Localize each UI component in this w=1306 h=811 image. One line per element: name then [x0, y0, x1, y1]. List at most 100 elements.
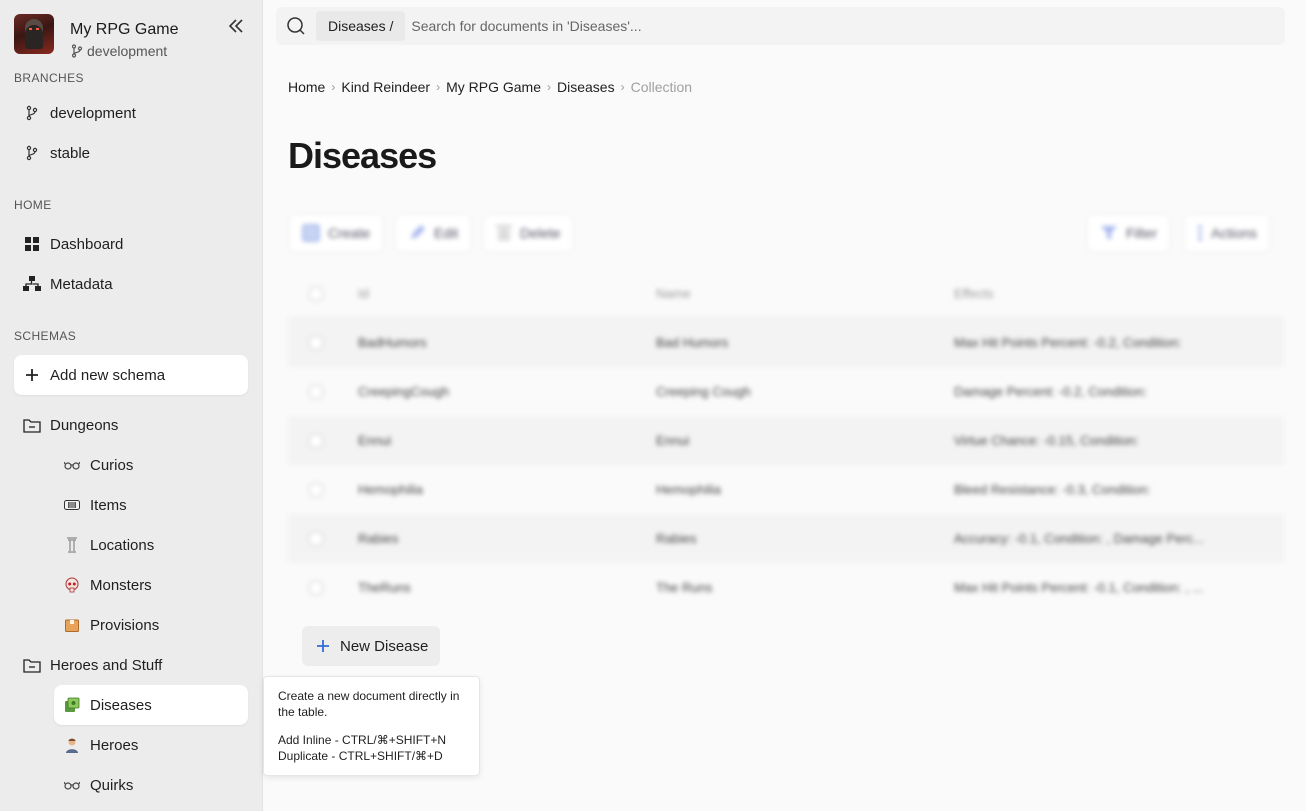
sidebar-group-label: Dungeons: [50, 416, 119, 434]
folder-icon: [23, 658, 41, 673]
row-checkbox[interactable]: [309, 482, 323, 497]
sidebar-item-quirks[interactable]: Quirks: [54, 765, 248, 805]
chevron-right-icon: ›: [547, 80, 551, 94]
new-disease-button[interactable]: New Disease: [302, 626, 440, 666]
sidebar-item-branch-stable[interactable]: stable: [14, 133, 248, 173]
edit-label: Edit: [434, 225, 459, 241]
cell-id: Rabies: [358, 531, 399, 546]
pencil-icon: [411, 225, 425, 239]
cell-effects: Max Hit Points Percent: -0.1, Condition:…: [954, 580, 1204, 595]
new-disease-tooltip: Create a new document directly in the ta…: [263, 676, 480, 776]
filter-label: Filter: [1126, 225, 1158, 241]
sidebar-item-monsters[interactable]: Monsters: [54, 565, 248, 605]
search-input[interactable]: [411, 18, 1112, 34]
new-disease-label: New Disease: [340, 637, 429, 655]
tooltip-description: Create a new document directly in the ta…: [278, 689, 460, 719]
breadcrumb-project[interactable]: My RPG Game: [446, 79, 541, 95]
cell-effects: Damage Percent: -0.2, Condition:: [954, 384, 1147, 399]
sidebar-item-label: Items: [90, 496, 127, 514]
bandage-icon: [64, 500, 80, 510]
search-bar: Diseases /: [276, 7, 1285, 45]
metadata-icon: [23, 276, 41, 291]
breadcrumb-schema[interactable]: Diseases: [557, 79, 615, 95]
column-header-name[interactable]: Name: [642, 286, 940, 301]
sidebar-item-metadata[interactable]: Metadata: [14, 264, 248, 304]
table-row[interactable]: Rabies Rabies Accuracy: -0.1, Condition:…: [288, 514, 1284, 563]
table-body: BadHumors Bad Humors Max Hit Points Perc…: [288, 318, 1284, 612]
sidebar-item-locations[interactable]: Locations: [54, 525, 248, 565]
app-title[interactable]: My RPG Game: [70, 21, 178, 39]
create-button[interactable]: Create: [289, 214, 384, 252]
branches-section-label: BRANCHES: [14, 71, 84, 85]
current-branch[interactable]: development: [70, 43, 167, 59]
table-row[interactable]: CreepingCough Creeping Cough Damage Perc…: [288, 367, 1284, 416]
cell-id: CreepingCough: [358, 384, 450, 399]
plus-icon: [26, 369, 38, 381]
select-all-checkbox[interactable]: [309, 286, 323, 301]
collapse-sidebar-button[interactable]: [226, 16, 246, 36]
table-row[interactable]: TheRuns The Runs Max Hit Points Percent:…: [288, 563, 1284, 612]
cell-effects: Accuracy: -0.1, Condition: , Damage Perc…: [954, 531, 1204, 546]
sidebar-item-provisions[interactable]: Provisions: [54, 605, 248, 645]
cell-effects: Bleed Resistance: -0.3, Condition:: [954, 482, 1151, 497]
more-vertical-icon: [1198, 225, 1202, 241]
sidebar-item-label: Curios: [90, 456, 134, 474]
row-checkbox[interactable]: [309, 384, 323, 399]
row-checkbox[interactable]: [309, 335, 323, 350]
filter-button[interactable]: Filter: [1087, 214, 1171, 252]
table-row[interactable]: Hemophilia Hemophilia Bleed Resistance: …: [288, 465, 1284, 514]
cell-effects: Max Hit Points Percent: -0.2, Condition:: [954, 335, 1182, 350]
content-panel-footer: [288, 780, 1284, 811]
app-avatar[interactable]: [14, 14, 54, 54]
sidebar-item-label: Provisions: [90, 616, 160, 634]
table-row[interactable]: BadHumors Bad Humors Max Hit Points Perc…: [288, 318, 1284, 367]
sidebar-item-label: Quirks: [90, 776, 134, 794]
sidebar-item-curios[interactable]: Curios: [54, 445, 248, 485]
row-checkbox[interactable]: [309, 531, 323, 546]
cell-id: TheRuns: [358, 580, 411, 595]
goggles-icon: [64, 461, 80, 470]
delete-button[interactable]: Delete: [483, 214, 574, 252]
branch-icon: [26, 145, 38, 161]
current-branch-label: development: [87, 43, 168, 59]
sidebar-item-items[interactable]: Items: [54, 485, 248, 525]
sidebar-item-dashboard[interactable]: Dashboard: [14, 224, 248, 264]
breadcrumb-home[interactable]: Home: [288, 79, 325, 95]
cell-id: Hemophilia: [358, 482, 424, 497]
cell-id: BadHumors: [358, 335, 427, 350]
column-header-effects[interactable]: Effects: [940, 286, 1240, 301]
sidebar-item-diseases[interactable]: Diseases: [54, 685, 248, 725]
cell-id: Ennui: [358, 433, 392, 448]
home-section-label: HOME: [14, 198, 52, 212]
sidebar-item-branch-development[interactable]: development: [14, 93, 248, 133]
table-header: Id Name Effects: [288, 270, 1284, 318]
documents-table: Id Name Effects BadHumors Bad Humors Max…: [288, 270, 1284, 612]
sidebar-item-label: development: [50, 104, 136, 122]
create-icon: [302, 224, 320, 242]
sidebar-item-label: Locations: [90, 536, 155, 554]
table-row[interactable]: Ennui Ennui Virtue Chance: -0.15, Condit…: [288, 416, 1284, 465]
sidebar-group-dungeons[interactable]: Dungeons: [14, 405, 248, 445]
dashboard-icon: [25, 237, 39, 251]
row-checkbox[interactable]: [309, 433, 323, 448]
page-title: Diseases: [288, 135, 437, 176]
column-header-id[interactable]: Id: [344, 286, 642, 301]
breadcrumb-organization[interactable]: Kind Reindeer: [341, 79, 430, 95]
add-new-schema-button[interactable]: Add new schema: [14, 355, 248, 395]
sidebar-item-heroes[interactable]: Heroes: [54, 725, 248, 765]
sidebar-group-heroes-and-stuff[interactable]: Heroes and Stuff: [14, 645, 248, 685]
edit-button[interactable]: Edit: [395, 214, 472, 252]
search-button[interactable]: [276, 16, 316, 36]
actions-label: Actions: [1211, 225, 1257, 241]
breadcrumb-current: Collection: [630, 79, 693, 95]
folder-icon: [23, 418, 41, 433]
search-scope-chip[interactable]: Diseases /: [316, 11, 406, 41]
cell-name: Hemophilia: [656, 482, 722, 497]
row-checkbox[interactable]: [309, 580, 323, 595]
cell-name: Rabies: [656, 531, 697, 546]
schemas-section-label: SCHEMAS: [14, 329, 77, 343]
actions-button[interactable]: Actions: [1184, 214, 1270, 252]
filter-icon: [1101, 226, 1117, 240]
delete-label: Delete: [520, 225, 561, 241]
sidebar-group-label: Heroes and Stuff: [50, 656, 163, 674]
